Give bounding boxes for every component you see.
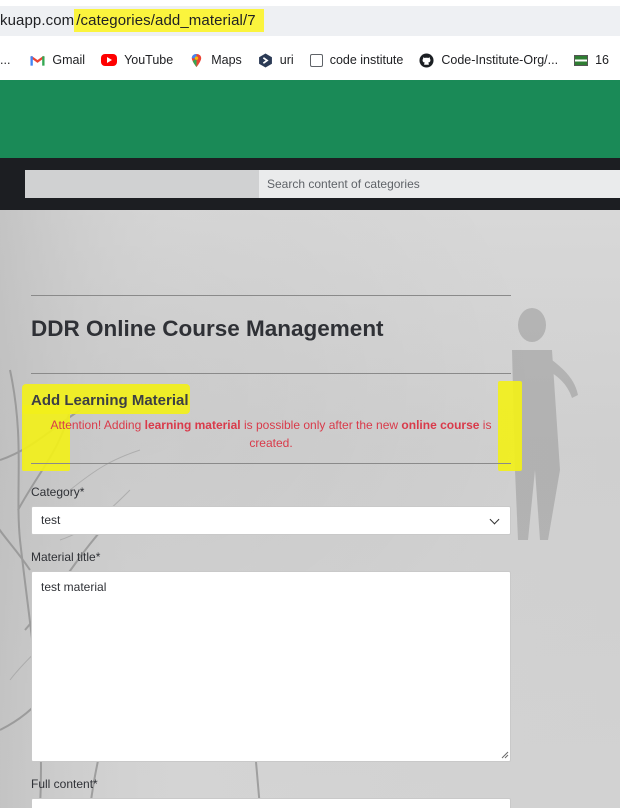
chevron-down-icon — [489, 514, 500, 525]
bookmarks-bar: ... Gmail YouTube Maps uri code institut… — [0, 40, 620, 80]
alert-bold: learning material — [144, 418, 241, 432]
divider-bottom — [31, 463, 511, 464]
browser-url-bar: kuapp.com/categories/add_material/7 — [0, 0, 620, 40]
material-title-textarea[interactable]: test material — [31, 571, 511, 762]
url-text[interactable]: kuapp.com/categories/add_material/7 — [0, 9, 264, 32]
flag-icon — [574, 54, 589, 66]
bookmark-label: 16 — [595, 53, 609, 67]
alert-text: Attention! Adding — [50, 418, 145, 432]
url-host: kuapp.com — [0, 12, 75, 29]
bookmark-label: Maps — [211, 53, 242, 67]
bookmark-uri[interactable]: uri — [258, 53, 294, 68]
alert-bold: online course — [401, 418, 480, 432]
code-institute-icon — [309, 53, 323, 67]
maps-icon — [192, 53, 202, 67]
search-bar-left — [25, 170, 259, 198]
bookmark-github[interactable]: Code-Institute-Org/... — [419, 52, 559, 68]
gmail-icon — [30, 55, 46, 66]
bookmark-16[interactable]: 16 — [574, 53, 609, 67]
youtube-icon — [101, 54, 118, 66]
bookmark-gmail[interactable]: Gmail — [30, 53, 85, 68]
github-icon — [419, 52, 434, 68]
bookmark-code-institute[interactable]: code institute — [309, 53, 404, 67]
bookmark-label: Code-Institute-Org/... — [441, 53, 559, 67]
uri-icon — [258, 53, 272, 67]
url-path: /categories/add_material/7 — [74, 9, 264, 32]
bookmarks-overflow[interactable]: ... — [0, 53, 10, 67]
resize-grip-icon[interactable] — [500, 750, 509, 759]
full-content-label: Full content* — [31, 777, 98, 791]
material-title-label: Material title* — [31, 550, 101, 564]
bookmark-label: Gmail — [52, 53, 86, 67]
site-header — [0, 80, 620, 158]
full-content-textarea[interactable] — [31, 798, 511, 808]
category-value: test — [41, 513, 61, 527]
bookmark-maps[interactable]: Maps — [189, 53, 242, 68]
section-title: Add Learning Material — [31, 392, 189, 409]
search-input[interactable] — [259, 170, 620, 198]
page-title: DDR Online Course Management — [31, 316, 384, 341]
bookmark-label: YouTube — [124, 53, 174, 67]
bookmark-label: code institute — [329, 53, 404, 67]
alert-text: is possible only after the new — [240, 418, 402, 432]
attention-alert: Attention! Adding learning material is p… — [31, 416, 511, 452]
bookmark-youtube[interactable]: YouTube — [101, 53, 173, 67]
bookmark-label: uri — [279, 53, 294, 67]
category-select[interactable]: test — [31, 506, 511, 535]
divider-top — [31, 295, 511, 296]
category-label: Category* — [31, 485, 85, 499]
divider-middle — [31, 373, 511, 374]
